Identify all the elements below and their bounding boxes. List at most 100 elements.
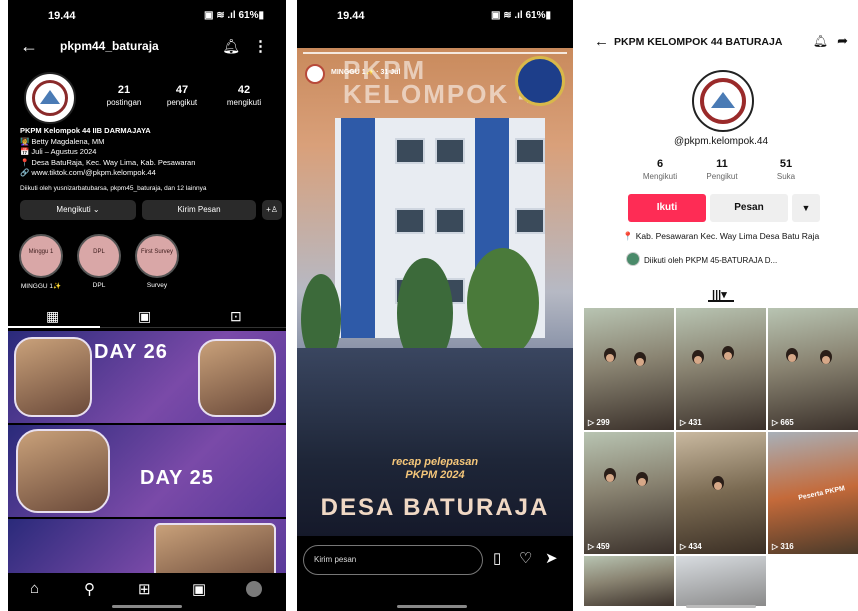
- create-post-icon[interactable]: ⊞: [138, 580, 151, 598]
- video-thumbnail[interactable]: ▷ 459: [584, 432, 674, 554]
- active-tab-indicator: [8, 326, 100, 328]
- home-indicator: [397, 605, 467, 608]
- post-photo: [16, 429, 110, 513]
- avatar-logo-mountain: [40, 90, 60, 104]
- stat-posts-value: 21: [117, 84, 131, 96]
- send-message-button[interactable]: Kirim Pesan: [142, 200, 256, 220]
- profile-header: ← pkpm44_baturaja 🔔︎ ⋮: [8, 36, 286, 58]
- bio-line-period: 📅 Juli – Agustus 2024: [20, 147, 97, 156]
- back-arrow-icon[interactable]: ←: [20, 36, 38, 57]
- profile-username: pkpm44_baturaja: [60, 39, 159, 53]
- profile-bio: PKPM Kelompok 44 IIB DARMAJAYA 👩‍🏫 Betty…: [20, 126, 280, 194]
- post-grid: DAY 26 DAY 25: [8, 331, 286, 573]
- highlight-survey[interactable]: First Survey Survey: [132, 234, 182, 289]
- more-options-icon[interactable]: ⋮: [253, 37, 268, 55]
- stat-following-value: 42: [237, 84, 251, 96]
- highlight-dpl[interactable]: DPL DPL: [74, 234, 124, 289]
- video-thumbnail[interactable]: ▷ 434: [676, 432, 766, 554]
- like-heart-icon[interactable]: ♡: [519, 549, 532, 567]
- highlight-cover: Minggu 1: [19, 234, 63, 278]
- profile-handle: @pkpm.kelompok.44: [673, 136, 769, 147]
- stat-followers[interactable]: 11 Pengikut: [692, 158, 752, 181]
- building-window: [435, 208, 465, 234]
- building-window: [395, 138, 425, 164]
- video-thumbnail[interactable]: [584, 556, 674, 606]
- stat-followers-value: 47: [175, 84, 189, 96]
- video-thumbnail[interactable]: ▷ 299: [584, 308, 674, 430]
- stat-following[interactable]: 6 Mengikuti: [630, 158, 690, 181]
- more-dropdown-button[interactable]: ▼: [792, 194, 820, 222]
- video-views: ▷ 431: [680, 418, 702, 427]
- stat-following-label: Mengikuti: [642, 172, 678, 181]
- bio-link[interactable]: 🔗 www.tiktok.com/@pkpm.kelompok.44: [20, 168, 280, 179]
- bell-icon[interactable]: 🔔︎: [813, 34, 828, 48]
- video-thumbnail[interactable]: Peserta PKPM ▷ 316: [768, 432, 858, 554]
- campus-logo: [515, 56, 565, 106]
- post-day26[interactable]: DAY 26: [8, 331, 286, 423]
- highlight-label: DPL: [92, 282, 106, 289]
- following-button[interactable]: Mengikuti ⌄: [20, 200, 136, 220]
- mutual-follower-avatar: [626, 252, 640, 266]
- building-pillar: [341, 118, 375, 338]
- stat-followers-label: Pengikut: [706, 172, 738, 181]
- back-arrow-icon[interactable]: ←: [594, 33, 609, 50]
- bio-name: PKPM Kelompok 44 IIB DARMAJAYA: [20, 126, 151, 135]
- post-row3[interactable]: [8, 519, 286, 573]
- video-thumbnail[interactable]: ▷ 431: [676, 308, 766, 430]
- story-place: DESA BATURAJA: [320, 494, 550, 521]
- suggest-person-button[interactable]: +♙: [262, 200, 282, 220]
- video-thumbnail[interactable]: [676, 556, 766, 606]
- story-media[interactable]: MINGGU 1✨ · 31 Jul PKPM KELOMPOK 44 reca…: [297, 48, 573, 536]
- person-face: [724, 352, 732, 360]
- person-face: [606, 354, 614, 362]
- stat-following[interactable]: 42 mengikuti: [222, 84, 266, 107]
- tiktok-profile-screen: ← PKPM KELOMPOK 44 BATURAJA 🔔︎ ➦ @pkpm.k…: [584, 0, 858, 611]
- tagged-tab-icon[interactable]: ⊡: [230, 308, 242, 325]
- message-button[interactable]: Pesan: [710, 194, 788, 222]
- instagram-profile-screen: 19.44 ▣ ≋ .ıl 61%▮ ← pkpm44_baturaja 🔔︎ …: [8, 0, 286, 611]
- building-window: [395, 208, 425, 234]
- video-views: ▷ 316: [772, 542, 794, 551]
- video-thumbnail[interactable]: ▷ 665: [768, 308, 858, 430]
- status-time: 19.44: [337, 10, 365, 22]
- profile-avatar[interactable]: [692, 70, 754, 132]
- highlight-minggu1[interactable]: Minggu 1 MINGGU 1✨: [16, 234, 66, 290]
- stat-likes[interactable]: 51 Suka: [756, 158, 816, 181]
- post-photo: [14, 337, 92, 417]
- story-author-avatar[interactable]: [305, 64, 325, 84]
- stat-likes-value: 51: [779, 158, 793, 170]
- home-icon[interactable]: ⌂: [30, 580, 39, 597]
- bio-line-location: 📍 Desa BatuRaja, Kec. Way Lima, Kab. Pes…: [20, 157, 196, 167]
- send-icon[interactable]: ➤: [545, 549, 558, 567]
- post-day26-title: DAY 26: [94, 341, 168, 363]
- stat-posts[interactable]: 21 postingan: [104, 84, 144, 107]
- post-day25[interactable]: DAY 25: [8, 425, 286, 517]
- grid-tab-icon[interactable]: ▦: [46, 308, 59, 325]
- stat-followers[interactable]: 47 pengikut: [162, 84, 202, 107]
- building-window: [515, 138, 545, 164]
- active-tab-indicator: [708, 300, 734, 302]
- bell-icon[interactable]: 🔔︎: [222, 38, 240, 55]
- status-bar: 19.44 ▣ ≋ .ıl 61%▮: [8, 10, 286, 26]
- story-reply-input[interactable]: Kirim pesan: [303, 545, 483, 575]
- story-sticker-icon[interactable]: ▯: [493, 549, 501, 567]
- stat-followers-label: pengikut: [166, 98, 198, 107]
- video-overlay-text: Peserta PKPM: [797, 485, 846, 502]
- screenshot-collage: 19.44 ▣ ≋ .ıl 61%▮ ← pkpm44_baturaja 🔔︎ …: [0, 0, 858, 611]
- status-time: 19.44: [48, 10, 76, 22]
- person-face: [822, 356, 830, 364]
- search-icon[interactable]: ⚲: [84, 580, 95, 598]
- followed-by-text[interactable]: Diikuti oleh PKPM 45-BATURAJA D...: [644, 256, 777, 265]
- follow-button[interactable]: Ikuti: [628, 194, 706, 222]
- profile-avatar[interactable]: [24, 72, 76, 124]
- stat-posts-label: postingan: [106, 98, 142, 107]
- reels-tab-icon[interactable]: ▣: [138, 308, 151, 325]
- profile-location: 📍 Kab. Pesawaran Kec. Way Lima Desa Batu…: [622, 231, 820, 241]
- reels-icon[interactable]: ▣: [192, 580, 206, 598]
- profile-title: PKPM KELOMPOK 44 BATURAJA: [614, 36, 783, 48]
- profile-avatar-icon[interactable]: [246, 581, 262, 597]
- profile-tabs: ▦ ▣ ⊡: [8, 306, 286, 328]
- share-icon[interactable]: ➦: [837, 33, 848, 49]
- followed-by-text[interactable]: Diikuti oleh yusnizarbatubarsa, pkpm45_b…: [20, 184, 280, 195]
- status-battery: ▣ ≋ .ıl 61%▮: [203, 10, 264, 21]
